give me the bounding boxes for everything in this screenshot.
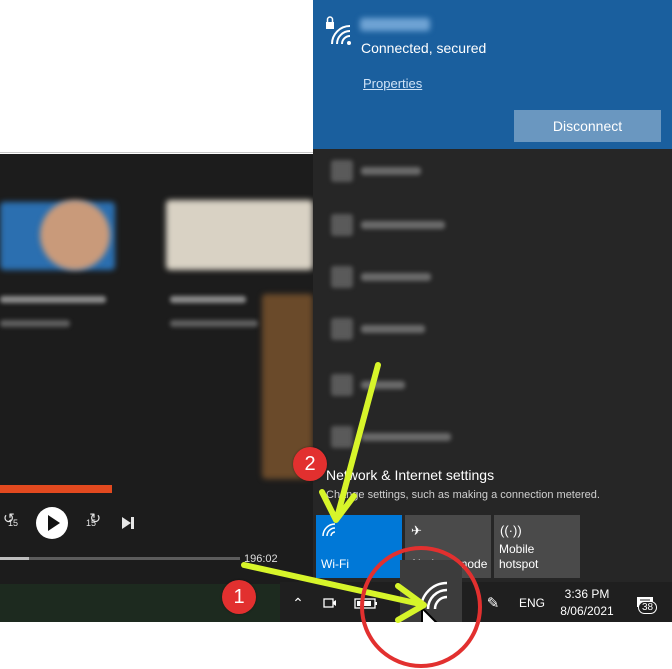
video-title-text [170,296,246,303]
screen-bottom-margin [0,622,672,669]
action-center-button[interactable]: 38 [628,590,662,618]
network-name-redacted [360,18,430,31]
browser-content-area [0,0,313,153]
forward-15-icon[interactable]: 15 ↻ [80,510,102,534]
network-list-item[interactable] [313,252,672,304]
orange-accent-bar [0,485,112,493]
wifi-icon [331,374,353,396]
hotspot-tile-label: Mobile hotspot [499,542,539,571]
meet-now-icon[interactable] [320,590,340,616]
network-list-item[interactable] [313,200,672,252]
hotspot-icon: ((·)) [500,523,522,538]
play-button[interactable] [36,507,68,539]
input-language[interactable]: ENG [514,590,550,616]
clock-time: 3:36 PM [564,586,610,601]
video-title-text [0,320,70,327]
mobile-hotspot-quick-action[interactable]: ((·)) Mobile hotspot [494,515,580,578]
disconnect-button[interactable]: Disconnect [514,110,661,142]
wifi-icon [331,214,353,236]
video-title-text [0,296,106,303]
airplane-icon: ✈ [411,523,422,538]
elapsed-time: 196:02 [244,553,278,565]
video-title-text [170,320,258,327]
network-list-item[interactable] [313,304,672,356]
progress-track[interactable] [0,557,240,560]
progress-fill [0,557,29,560]
network-settings-description: Change settings, such as making a connec… [326,489,600,501]
show-hidden-icons-chevron-icon[interactable]: ⌃ [288,590,308,616]
properties-link[interactable]: Properties [363,76,422,91]
pen-ink-icon[interactable]: ✎ [482,590,504,616]
network-list-item[interactable] [313,146,672,198]
secured-wifi-icon [324,16,352,51]
wifi-icon [331,266,353,288]
notification-count-badge: 38 [638,601,658,614]
wifi-icon [322,523,336,540]
wifi-icon [331,160,353,182]
wifi-tile-label: Wi-Fi [321,557,349,571]
page-bottom-band [0,584,313,622]
network-settings-link[interactable]: Network & Internet settings [326,467,494,483]
step-1-badge: 1 [222,580,256,614]
video-thumbnail[interactable] [166,200,313,270]
rewind-15-icon[interactable]: 15 ↺ [2,510,24,534]
step-2-badge: 2 [293,447,327,481]
connection-status: Connected, secured [361,40,487,56]
video-thumbnail[interactable] [40,200,110,270]
skip-next-icon[interactable] [118,512,138,534]
wifi-tray-highlight-circle [360,546,482,668]
wifi-icon [331,318,353,340]
wifi-icon [331,426,353,448]
network-list-item[interactable] [313,360,672,412]
play-icon [48,515,60,531]
clock-date: 8/06/2021 [560,603,614,618]
network-list-item[interactable] [313,412,672,464]
clock[interactable]: 3:36 PM 8/06/2021 [552,585,622,619]
